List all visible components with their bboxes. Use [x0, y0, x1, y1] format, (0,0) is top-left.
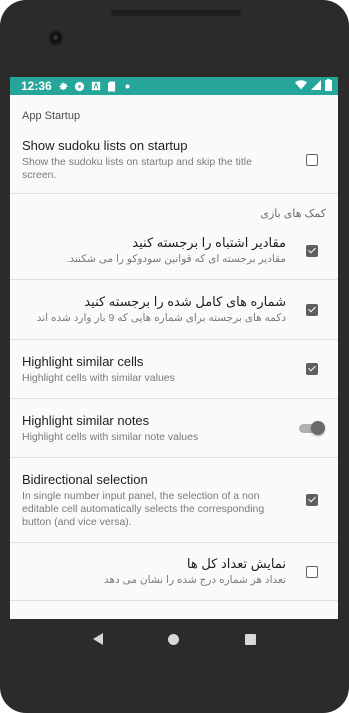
setting-summary: دکمه های برجسته برای شماره هایی که 9 بار…	[36, 312, 286, 324]
dot-icon	[122, 80, 134, 92]
setting-summary: مقادیر برجسته ای که قوانین سودوکو را می …	[66, 253, 286, 265]
device-frame: 12:36 App Startup Show sudoku lists on s…	[0, 0, 349, 713]
setting-text: Bidirectional selection In single number…	[22, 472, 298, 529]
back-icon[interactable]	[92, 633, 103, 645]
setting-bidirectional-selection[interactable]: Bidirectional selection In single number…	[10, 458, 338, 543]
setting-title: شماره های کامل شده را برجسته کنید	[84, 294, 286, 309]
section-header-game-help: کمک های بازی	[260, 208, 326, 220]
a-box-icon	[90, 80, 102, 92]
setting-text: مقادیر اشتباه را برجسته کنید مقادیر برجس…	[22, 235, 298, 266]
sd-card-icon	[106, 80, 118, 92]
highlight-wrong-values-checkbox[interactable]	[306, 244, 318, 257]
setting-show-lists-on-startup[interactable]: Show sudoku lists on startup Show the su…	[10, 126, 338, 194]
setting-highlight-completed-numbers[interactable]: شماره های کامل شده را برجسته کنید دکمه ه…	[10, 280, 338, 340]
setting-title: Highlight similar notes	[22, 412, 150, 428]
setting-highlight-similar-notes[interactable]: Highlight similar notes Highlight cells …	[10, 399, 338, 458]
switch-thumb	[311, 421, 325, 435]
navigation-bar	[0, 619, 349, 659]
recents-icon[interactable]	[245, 633, 257, 645]
setting-summary: تعداد هر شماره درج شده را نشان می دهد	[103, 574, 286, 586]
setting-title: Highlight similar cells	[22, 353, 144, 369]
bidirectional-selection-checkbox[interactable]	[306, 494, 318, 506]
setting-text: شماره های کامل شده را برجسته کنید دکمه ه…	[22, 294, 298, 325]
setting-show-number-totals[interactable]: نمایش تعداد کل ها تعداد هر شماره درج شده…	[10, 543, 338, 601]
setting-text: نمایش تعداد کل ها تعداد هر شماره درج شده…	[22, 556, 298, 587]
front-camera	[49, 31, 63, 45]
speaker-grille	[111, 10, 241, 16]
setting-title: Bidirectional selection	[22, 471, 148, 487]
setting-text: Highlight similar notes Highlight cells …	[22, 413, 298, 444]
setting-summary: Show the sudoku lists on startup and ski…	[22, 155, 252, 181]
setting-summary: Highlight cells with similar note values	[22, 430, 199, 443]
setting-summary: In single number input panel, the select…	[22, 489, 265, 528]
section-header-app-startup: App Startup	[22, 110, 81, 122]
show-lists-checkbox[interactable]	[306, 153, 318, 166]
wifi-icon	[295, 79, 307, 93]
signal-icon	[311, 79, 321, 93]
setting-title: Show sudoku lists on startup	[22, 137, 188, 153]
status-bar: 12:36	[10, 77, 338, 95]
show-number-totals-checkbox[interactable]	[306, 565, 318, 578]
setting-highlight-wrong-values[interactable]: مقادیر اشتباه را برجسته کنید مقادیر برجس…	[10, 222, 338, 280]
status-time: 12:36	[21, 79, 52, 93]
highlight-similar-cells-checkbox[interactable]	[306, 363, 318, 375]
setting-text: Highlight similar cells Highlight cells …	[22, 354, 298, 385]
setting-summary: Highlight cells with similar values	[22, 371, 175, 384]
setting-highlight-similar-cells[interactable]: Highlight similar cells Highlight cells …	[10, 340, 338, 399]
gear-icon	[58, 80, 70, 92]
highlight-similar-notes-switch[interactable]	[299, 421, 325, 435]
home-icon[interactable]	[168, 633, 180, 645]
battery-icon	[325, 78, 332, 94]
setting-title: نمایش تعداد کل ها	[186, 556, 286, 571]
setting-title: مقادیر اشتباه را برجسته کنید	[132, 235, 286, 250]
setting-text: Show sudoku lists on startup Show the su…	[22, 138, 298, 182]
highlight-completed-checkbox[interactable]	[306, 303, 318, 316]
play-icon	[74, 80, 86, 92]
screen: 12:36 App Startup Show sudoku lists on s…	[10, 77, 338, 619]
